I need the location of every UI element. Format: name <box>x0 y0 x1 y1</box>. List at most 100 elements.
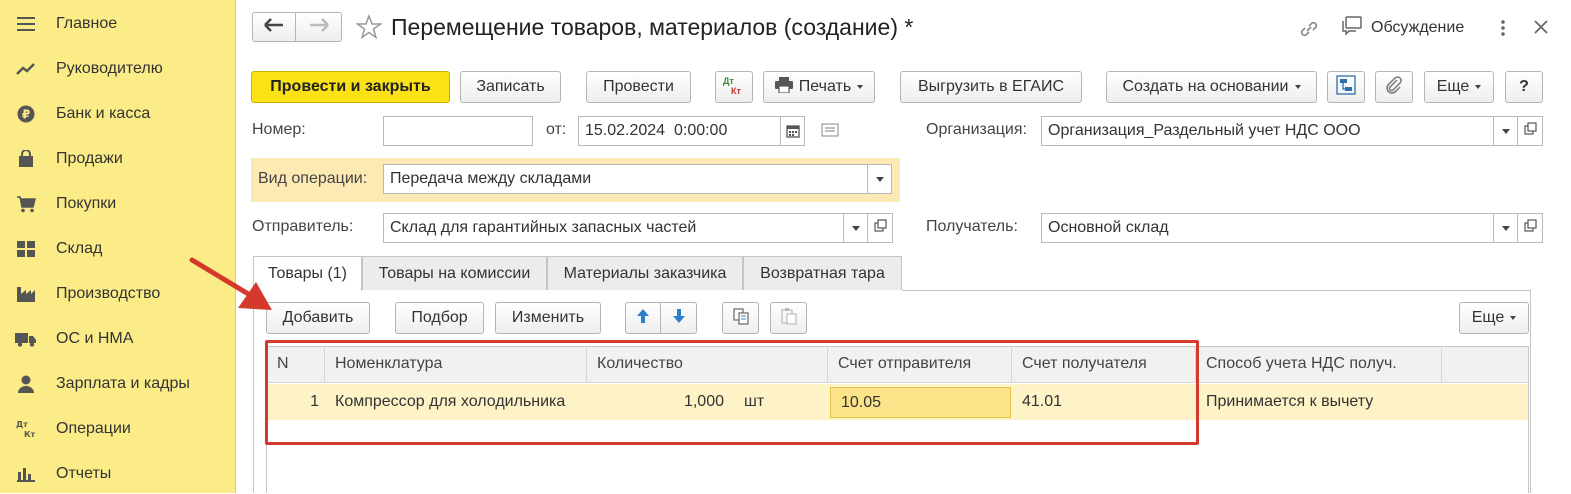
sidebar-item-label: Операции <box>56 420 131 437</box>
sender-field[interactable]: Склад для гарантийных запасных частей <box>383 213 868 243</box>
tab-customer-materials[interactable]: Материалы заказчика <box>547 256 743 290</box>
truck-icon <box>15 329 37 349</box>
open-organization-button[interactable] <box>1518 116 1543 146</box>
receiver-field[interactable]: Основной склад <box>1041 213 1518 243</box>
arrow-down-icon <box>672 308 686 329</box>
warehouse-icon <box>15 239 37 259</box>
operation-type-value: Передача между складами <box>390 170 592 187</box>
note-icon[interactable] <box>821 123 839 142</box>
sidebar-item-manager[interactable]: Руководителю <box>0 49 236 89</box>
dropdown-arrow-icon[interactable] <box>867 165 891 193</box>
sidebar-item-label: Покупки <box>56 195 117 212</box>
page-title: Перемещение товаров, материалов (создани… <box>391 14 914 40</box>
number-label: Номер: <box>252 121 306 138</box>
receiver-label: Получатель: <box>926 218 1018 235</box>
ruble-icon: ₽ <box>15 104 37 124</box>
sidebar-item-label: Отчеты <box>56 465 112 482</box>
sidebar-item-sales[interactable]: Продажи <box>0 139 236 179</box>
save-button[interactable]: Записать <box>460 71 561 103</box>
sidebar-item-label: Главное <box>56 15 118 32</box>
chat-icon <box>1341 15 1363 41</box>
person-icon <box>15 374 37 394</box>
sidebar-item-salary[interactable]: Зарплата и кадры <box>0 364 236 404</box>
dt-kt-icon: Дт Кт <box>722 76 746 98</box>
sidebar-item-reports[interactable]: Отчеты <box>0 454 236 494</box>
edit-button[interactable]: Изменить <box>495 302 601 334</box>
back-button[interactable] <box>252 12 296 42</box>
move-down-button[interactable] <box>661 302 697 334</box>
close-icon[interactable] <box>1533 19 1549 40</box>
annotation-arrow-icon <box>189 257 272 310</box>
kt-label: Кт <box>731 86 741 96</box>
table-more-button[interactable]: Еще <box>1459 302 1529 334</box>
dropdown-arrow-icon[interactable] <box>1493 117 1517 145</box>
dropdown-arrow-icon[interactable] <box>1493 214 1517 242</box>
open-sender-button[interactable] <box>868 213 893 243</box>
svg-text:₽: ₽ <box>22 108 30 122</box>
favorite-star-icon[interactable] <box>355 13 383 45</box>
sidebar-item-label: Руководителю <box>56 60 163 77</box>
dropdown-arrow-icon[interactable] <box>843 214 867 242</box>
move-up-button[interactable] <box>625 302 661 334</box>
more-label: Еще <box>1436 78 1470 95</box>
menu-icon <box>15 14 37 34</box>
hierarchy-icon <box>1336 74 1356 100</box>
tab-commission-goods[interactable]: Товары на комиссии <box>362 256 547 290</box>
pick-button[interactable]: Подбор <box>395 302 484 334</box>
discussion-button[interactable]: Обсуждение <box>1341 15 1465 41</box>
number-field[interactable] <box>383 116 533 146</box>
date-label: от: <box>546 121 567 138</box>
cart-icon <box>15 194 37 214</box>
structure-button[interactable] <box>1327 71 1365 103</box>
open-window-icon <box>1523 219 1537 237</box>
sidebar-item-label: Продажи <box>56 150 123 167</box>
bag-icon <box>15 149 37 169</box>
print-button[interactable]: Печать <box>763 71 875 103</box>
open-window-icon <box>873 219 887 237</box>
factory-icon <box>15 284 37 304</box>
sidebar-item-assets[interactable]: ОС и НМА <box>0 319 236 359</box>
attach-button[interactable] <box>1375 71 1413 103</box>
export-egais-button[interactable]: Выгрузить в ЕГАИС <box>900 71 1082 103</box>
paperclip-icon <box>1385 75 1403 100</box>
sidebar-item-operations[interactable]: Дт Кт Операции <box>0 409 236 449</box>
copy-icon <box>732 307 750 330</box>
operation-type-field[interactable]: Передача между складами <box>383 164 892 194</box>
help-button[interactable]: ? <box>1505 71 1543 103</box>
discussion-label: Обсуждение <box>1371 19 1465 36</box>
sidebar-item-purchases[interactable]: Покупки <box>0 184 236 224</box>
open-receiver-button[interactable] <box>1518 213 1543 243</box>
column-header-vat-method[interactable]: Способ учета НДС получ. <box>1196 346 1442 382</box>
annotation-highlight-box <box>265 340 1199 445</box>
date-field[interactable]: 15.02.2024 0:00:00 <box>578 116 805 146</box>
post-button[interactable]: Провести <box>586 71 691 103</box>
arrow-up-icon <box>636 308 650 329</box>
operation-type-label: Вид операции: <box>258 170 368 187</box>
table-more-label: Еще <box>1471 309 1505 326</box>
sidebar: Главное Руководителю ₽ Банк и касса Прод… <box>0 0 236 493</box>
link-icon[interactable] <box>1297 18 1321 45</box>
paste-rows-button[interactable] <box>770 302 807 334</box>
organization-field[interactable]: Организация_Раздельный учет НДС ООО <box>1041 116 1518 146</box>
more-button[interactable]: Еще <box>1424 71 1494 103</box>
dt-kt-icon: Дт Кт <box>15 419 37 439</box>
printer-icon <box>774 76 793 98</box>
arrow-right-icon <box>309 17 329 37</box>
sidebar-item-label: Склад <box>56 240 103 257</box>
arrow-left-icon <box>264 17 284 37</box>
calendar-icon[interactable] <box>780 117 804 145</box>
post-and-close-button[interactable]: Провести и закрыть <box>251 71 450 103</box>
sidebar-item-label: ОС и НМА <box>56 330 134 347</box>
trend-icon <box>15 59 37 79</box>
tab-returnable-containers[interactable]: Возвратная тара <box>743 256 902 290</box>
sidebar-item-bank[interactable]: ₽ Банк и касса <box>0 94 236 134</box>
forward-button[interactable] <box>296 12 342 42</box>
sidebar-item-label: Производство <box>56 285 161 302</box>
bar-chart-icon <box>15 464 37 484</box>
cell-vat-method: Принимается к вычету <box>1206 393 1374 410</box>
more-vertical-icon[interactable] <box>1499 18 1507 43</box>
sidebar-item-main[interactable]: Главное <box>0 4 236 44</box>
dt-kt-button[interactable]: Дт Кт <box>715 71 753 103</box>
copy-rows-button[interactable] <box>722 302 759 334</box>
create-based-on-button[interactable]: Создать на основании <box>1106 71 1317 103</box>
